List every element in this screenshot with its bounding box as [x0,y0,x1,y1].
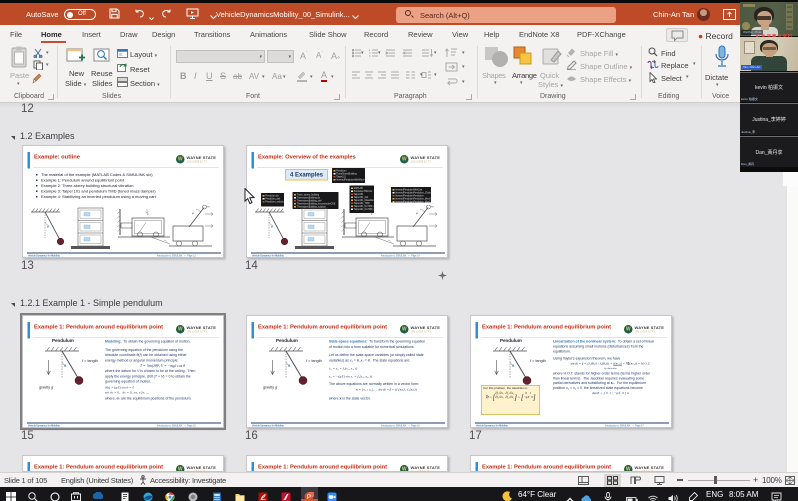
svg-text:P: P [307,494,311,501]
svg-text:Pendulum: Pendulum [276,338,298,343]
svg-text:θ: θ [512,363,515,368]
svg-text:Pendulum: Pendulum [52,338,74,343]
svg-text:m: m [431,205,434,209]
svg-text:ℓ = length: ℓ = length [81,359,98,363]
svg-text:θ: θ [271,225,273,229]
svg-text:Pendulum: Pendulum [500,338,522,343]
svg-text:gravity g: gravity g [39,386,54,390]
svg-text:m: m [207,205,210,209]
svg-text:ℓ = length: ℓ = length [529,359,546,363]
svg-text:θ: θ [64,363,67,368]
svg-text:θ: θ [288,363,291,368]
svg-text:θ: θ [47,225,49,229]
svg-text:gravity g: gravity g [263,386,278,390]
svg-text:ℓ = length: ℓ = length [305,359,322,363]
svg-text:φ: φ [192,211,194,215]
svg-text:φ: φ [416,211,418,215]
